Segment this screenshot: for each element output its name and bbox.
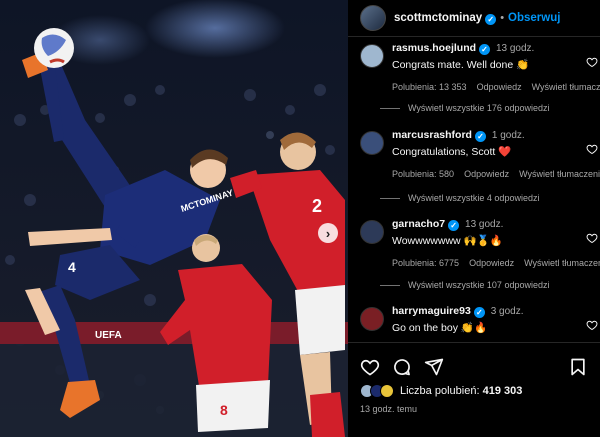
view-replies-button[interactable]: Wyświetl wszystkie 107 odpowiedzi xyxy=(380,280,549,290)
header-separator: • xyxy=(500,12,505,24)
heart-icon[interactable] xyxy=(586,56,598,68)
comment-username[interactable]: rasmus.hoejlund xyxy=(392,42,476,54)
comment-likes[interactable]: Polubienia: 13 353 xyxy=(392,82,467,92)
comment-text: Wowwwwwww 🙌🥇🔥 xyxy=(392,235,503,247)
post-side-panel: scottmctominay ✓ • Obserwuj rasmus.hoejlu… xyxy=(348,0,600,437)
save-icon[interactable] xyxy=(568,357,588,377)
reply-button[interactable]: Odpowiedz xyxy=(464,169,509,179)
verified-badge-icon: ✓ xyxy=(473,307,485,318)
comment-time: 3 godz. xyxy=(490,306,524,317)
comment-avatar[interactable] xyxy=(360,220,384,244)
heart-icon[interactable] xyxy=(586,143,598,155)
heart-icon[interactable] xyxy=(586,232,598,244)
view-replies-button[interactable]: Wyświetl wszystkie 4 odpowiedzi xyxy=(380,193,539,203)
heart-icon[interactable] xyxy=(586,319,598,331)
comment-time: 13 godz. xyxy=(465,219,504,230)
likes-count-text[interactable]: Liczba polubień: 419 303 xyxy=(400,385,522,397)
comment-username[interactable]: garnacho7 xyxy=(392,218,445,230)
reply-button[interactable]: Odpowiedz xyxy=(477,82,522,92)
comment-username[interactable]: harrymaguire93 xyxy=(392,305,471,317)
match-photo-illustration: UEFA MCTOMINAY 4 2 8 xyxy=(0,0,348,437)
view-replies-button[interactable]: Wyświetl wszystkie 176 odpowiedzi xyxy=(380,103,549,113)
comment-time: 1 godz. xyxy=(491,130,525,141)
post-photo[interactable]: UEFA MCTOMINAY 4 2 8 › xyxy=(0,0,348,437)
translate-button[interactable]: Wyświetl tłumaczenie xyxy=(519,169,600,179)
reply-button[interactable]: Odpowiedz xyxy=(469,258,514,268)
verified-badge-icon: ✓ xyxy=(485,13,497,25)
author-username[interactable]: scottmctominay ✓ xyxy=(394,12,497,25)
comment-avatar[interactable] xyxy=(360,307,384,331)
chevron-right-icon: › xyxy=(325,225,331,241)
verified-badge-icon: ✓ xyxy=(448,220,460,231)
comment-icon[interactable] xyxy=(392,357,412,377)
player-number-print: 4 xyxy=(68,259,76,275)
post-header: scottmctominay ✓ • Obserwuj xyxy=(348,0,600,37)
comment-username[interactable]: marcusrashford xyxy=(392,129,472,141)
verified-badge-icon: ✓ xyxy=(479,44,491,55)
author-avatar[interactable] xyxy=(360,5,386,31)
football xyxy=(34,28,74,68)
comment-text: Go on the boy 👏🔥 xyxy=(392,322,488,334)
share-icon[interactable] xyxy=(424,357,444,377)
defender-number-print: 2 xyxy=(312,196,322,216)
verified-badge-icon: ✓ xyxy=(474,131,486,142)
likes-prefix: Liczba polubień: xyxy=(400,385,480,397)
carousel-next-button[interactable]: › xyxy=(318,223,338,243)
board-text: UEFA xyxy=(95,330,122,341)
like-heart-icon[interactable] xyxy=(360,357,380,377)
comment-likes[interactable]: Polubienia: 6775 xyxy=(392,258,459,268)
comment-avatar[interactable] xyxy=(360,131,384,155)
translate-button[interactable]: Wyświetl tłumaczenie xyxy=(524,258,600,268)
liker-avatar xyxy=(380,384,394,398)
comment-likes[interactable]: Polubienia: 580 xyxy=(392,169,454,179)
likes-summary[interactable]: Liczba polubień: 419 303 xyxy=(360,384,522,398)
comment-text: Congratulations, Scott ❤️ xyxy=(392,146,512,158)
author-username-text[interactable]: scottmctominay xyxy=(394,12,482,24)
comments-list[interactable]: rasmus.hoejlund ✓ 13 godz. Congrats mate.… xyxy=(348,37,600,340)
follow-button[interactable]: Obserwuj xyxy=(508,12,560,24)
comment-text: Congrats mate. Well done 👏 xyxy=(392,59,530,71)
comment-time: 13 godz. xyxy=(495,43,535,54)
post-timestamp: 13 godz. temu xyxy=(360,404,418,414)
player8-number-print: 8 xyxy=(220,402,228,418)
translate-button[interactable]: Wyświetl tłumaczenie xyxy=(532,82,600,92)
comment-avatar[interactable] xyxy=(360,44,384,68)
likes-count: 419 303 xyxy=(482,385,523,397)
post-actions: Liczba polubień: 419 303 13 godz. temu xyxy=(348,342,600,437)
